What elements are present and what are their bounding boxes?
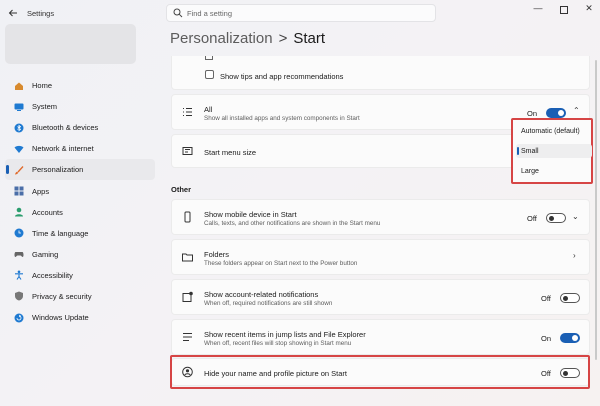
mobile-toggle[interactable] — [546, 213, 566, 223]
sidebar-item-system[interactable]: System — [5, 96, 155, 117]
sidebar-item-personalization[interactable]: Personalization — [5, 159, 155, 181]
sidebar-item-label: Apps — [32, 186, 50, 196]
close-icon[interactable]: ✕ — [582, 3, 596, 14]
breadcrumb: Personalization > Start — [170, 30, 325, 47]
start-size-title: Start menu size — [204, 148, 257, 157]
all-toggle[interactable] — [546, 108, 566, 118]
tips-checkbox[interactable] — [205, 70, 214, 79]
breadcrumb-parent[interactable]: Personalization — [170, 30, 273, 47]
recent-items-card: Show recent items in jump lists and File… — [171, 319, 590, 355]
controller-icon — [14, 249, 24, 259]
notification-dot-icon — [182, 291, 193, 303]
dropdown-option-automatic[interactable]: Automatic (default) — [521, 128, 580, 135]
breadcrumb-separator: > — [278, 30, 288, 47]
start-size-dropdown: Automatic (default) Small Large — [511, 118, 593, 184]
notif-state: Off — [541, 294, 551, 303]
title-bar: Settings Find a setting — ✕ — [0, 0, 600, 26]
sidebar-item-label: Network & internet — [32, 144, 94, 154]
minimize-icon[interactable]: — — [531, 3, 545, 13]
highlight-box — [170, 355, 590, 389]
apps-icon — [14, 186, 24, 196]
monitor-icon — [14, 102, 24, 112]
dropdown-option-small[interactable]: Small — [521, 148, 539, 155]
sidebar-item-privacy-security[interactable]: Privacy & security — [5, 286, 155, 307]
start-size-icon — [182, 146, 193, 157]
sidebar-item-label: Personalization — [32, 165, 84, 175]
search-placeholder: Find a setting — [187, 9, 233, 18]
sidebar-item-bluetooth[interactable]: Bluetooth & devices — [5, 117, 155, 138]
sidebar-item-network[interactable]: Network & internet — [5, 138, 155, 159]
user-profile-card[interactable] — [5, 24, 136, 64]
back-arrow-icon[interactable] — [6, 6, 20, 20]
sidebar-item-home[interactable]: Home — [5, 75, 155, 96]
mobile-state: Off — [527, 214, 537, 223]
recent-subtitle: When off, recent files will stop showing… — [204, 340, 352, 347]
phone-icon — [182, 211, 193, 223]
folders-subtitle: These folders appear on Start next to th… — [204, 260, 358, 267]
all-subtitle: Show all installed apps and system compo… — [204, 115, 360, 122]
folders-card[interactable]: Folders These folders appear on Start ne… — [171, 239, 590, 275]
sidebar-item-accounts[interactable]: Accounts — [5, 202, 155, 223]
page-title: Start — [293, 30, 326, 47]
folder-icon — [182, 252, 193, 263]
recent-list-icon — [182, 332, 193, 343]
sidebar-item-apps[interactable]: Apps — [5, 180, 155, 201]
accessibility-icon — [14, 270, 24, 281]
all-state: On — [527, 109, 538, 118]
partial-checkbox[interactable] — [205, 56, 213, 60]
sidebar-item-gaming[interactable]: Gaming — [5, 244, 155, 265]
mobile-device-card: Show mobile device in Start Calls, texts… — [171, 199, 590, 235]
globe-clock-icon — [14, 228, 24, 238]
recent-state: On — [541, 334, 552, 343]
list-icon — [182, 107, 193, 118]
sidebar-item-label: Bluetooth & devices — [32, 123, 99, 133]
tips-card: Show tips and app recommendations — [171, 56, 590, 90]
sidebar-item-label: Windows Update — [32, 313, 89, 323]
sidebar-item-label: Gaming — [32, 249, 59, 259]
sidebar-item-time-language[interactable]: Time & language — [5, 223, 155, 244]
sidebar-item-accessibility[interactable]: Accessibility — [5, 265, 155, 286]
wifi-icon — [14, 144, 24, 154]
mobile-title: Show mobile device in Start — [204, 210, 297, 219]
chevron-right-icon[interactable]: › — [573, 251, 576, 260]
home-icon — [14, 81, 24, 91]
chevron-down-icon[interactable]: ⌄ — [572, 212, 579, 221]
chevron-up-icon[interactable]: ⌃ — [573, 106, 580, 115]
tips-label: Show tips and app recommendations — [220, 72, 344, 81]
notif-title: Show account-related notifications — [204, 290, 319, 299]
dropdown-option-large[interactable]: Large — [521, 168, 539, 175]
recent-toggle[interactable] — [560, 333, 580, 343]
sidebar-item-label: System — [32, 102, 58, 112]
shield-icon — [14, 291, 24, 301]
recent-title: Show recent items in jump lists and File… — [204, 330, 366, 339]
search-icon — [173, 8, 183, 18]
sidebar-item-windows-update[interactable]: Windows Update — [5, 307, 155, 328]
all-title: All — [204, 105, 213, 114]
notif-subtitle: When off, required notifications are sti… — [204, 300, 333, 307]
folders-title: Folders — [204, 250, 230, 259]
mobile-subtitle: Calls, texts, and other notifications ar… — [204, 220, 381, 227]
app-title: Settings — [27, 9, 55, 18]
sidebar-item-label: Accounts — [32, 207, 63, 217]
sidebar-item-label: Privacy & security — [32, 291, 92, 301]
scrollbar[interactable] — [595, 60, 597, 360]
brush-icon — [14, 165, 24, 175]
maximize-icon[interactable] — [557, 3, 571, 16]
person-icon — [14, 207, 24, 217]
sidebar-item-label: Time & language — [32, 228, 89, 238]
sidebar-nav: Home System Bluetooth & devices Network … — [5, 75, 155, 328]
sidebar-item-label: Home — [32, 81, 53, 91]
account-notifications-card: Show account-related notifications When … — [171, 279, 590, 315]
notif-toggle[interactable] — [560, 293, 580, 303]
bluetooth-icon — [14, 123, 24, 133]
search-box[interactable]: Find a setting — [166, 4, 436, 22]
section-other: Other — [171, 185, 192, 194]
settings-window: Settings Find a setting — ✕ Home System — [0, 0, 600, 406]
update-icon — [14, 313, 24, 323]
sidebar-item-label: Accessibility — [32, 270, 73, 280]
